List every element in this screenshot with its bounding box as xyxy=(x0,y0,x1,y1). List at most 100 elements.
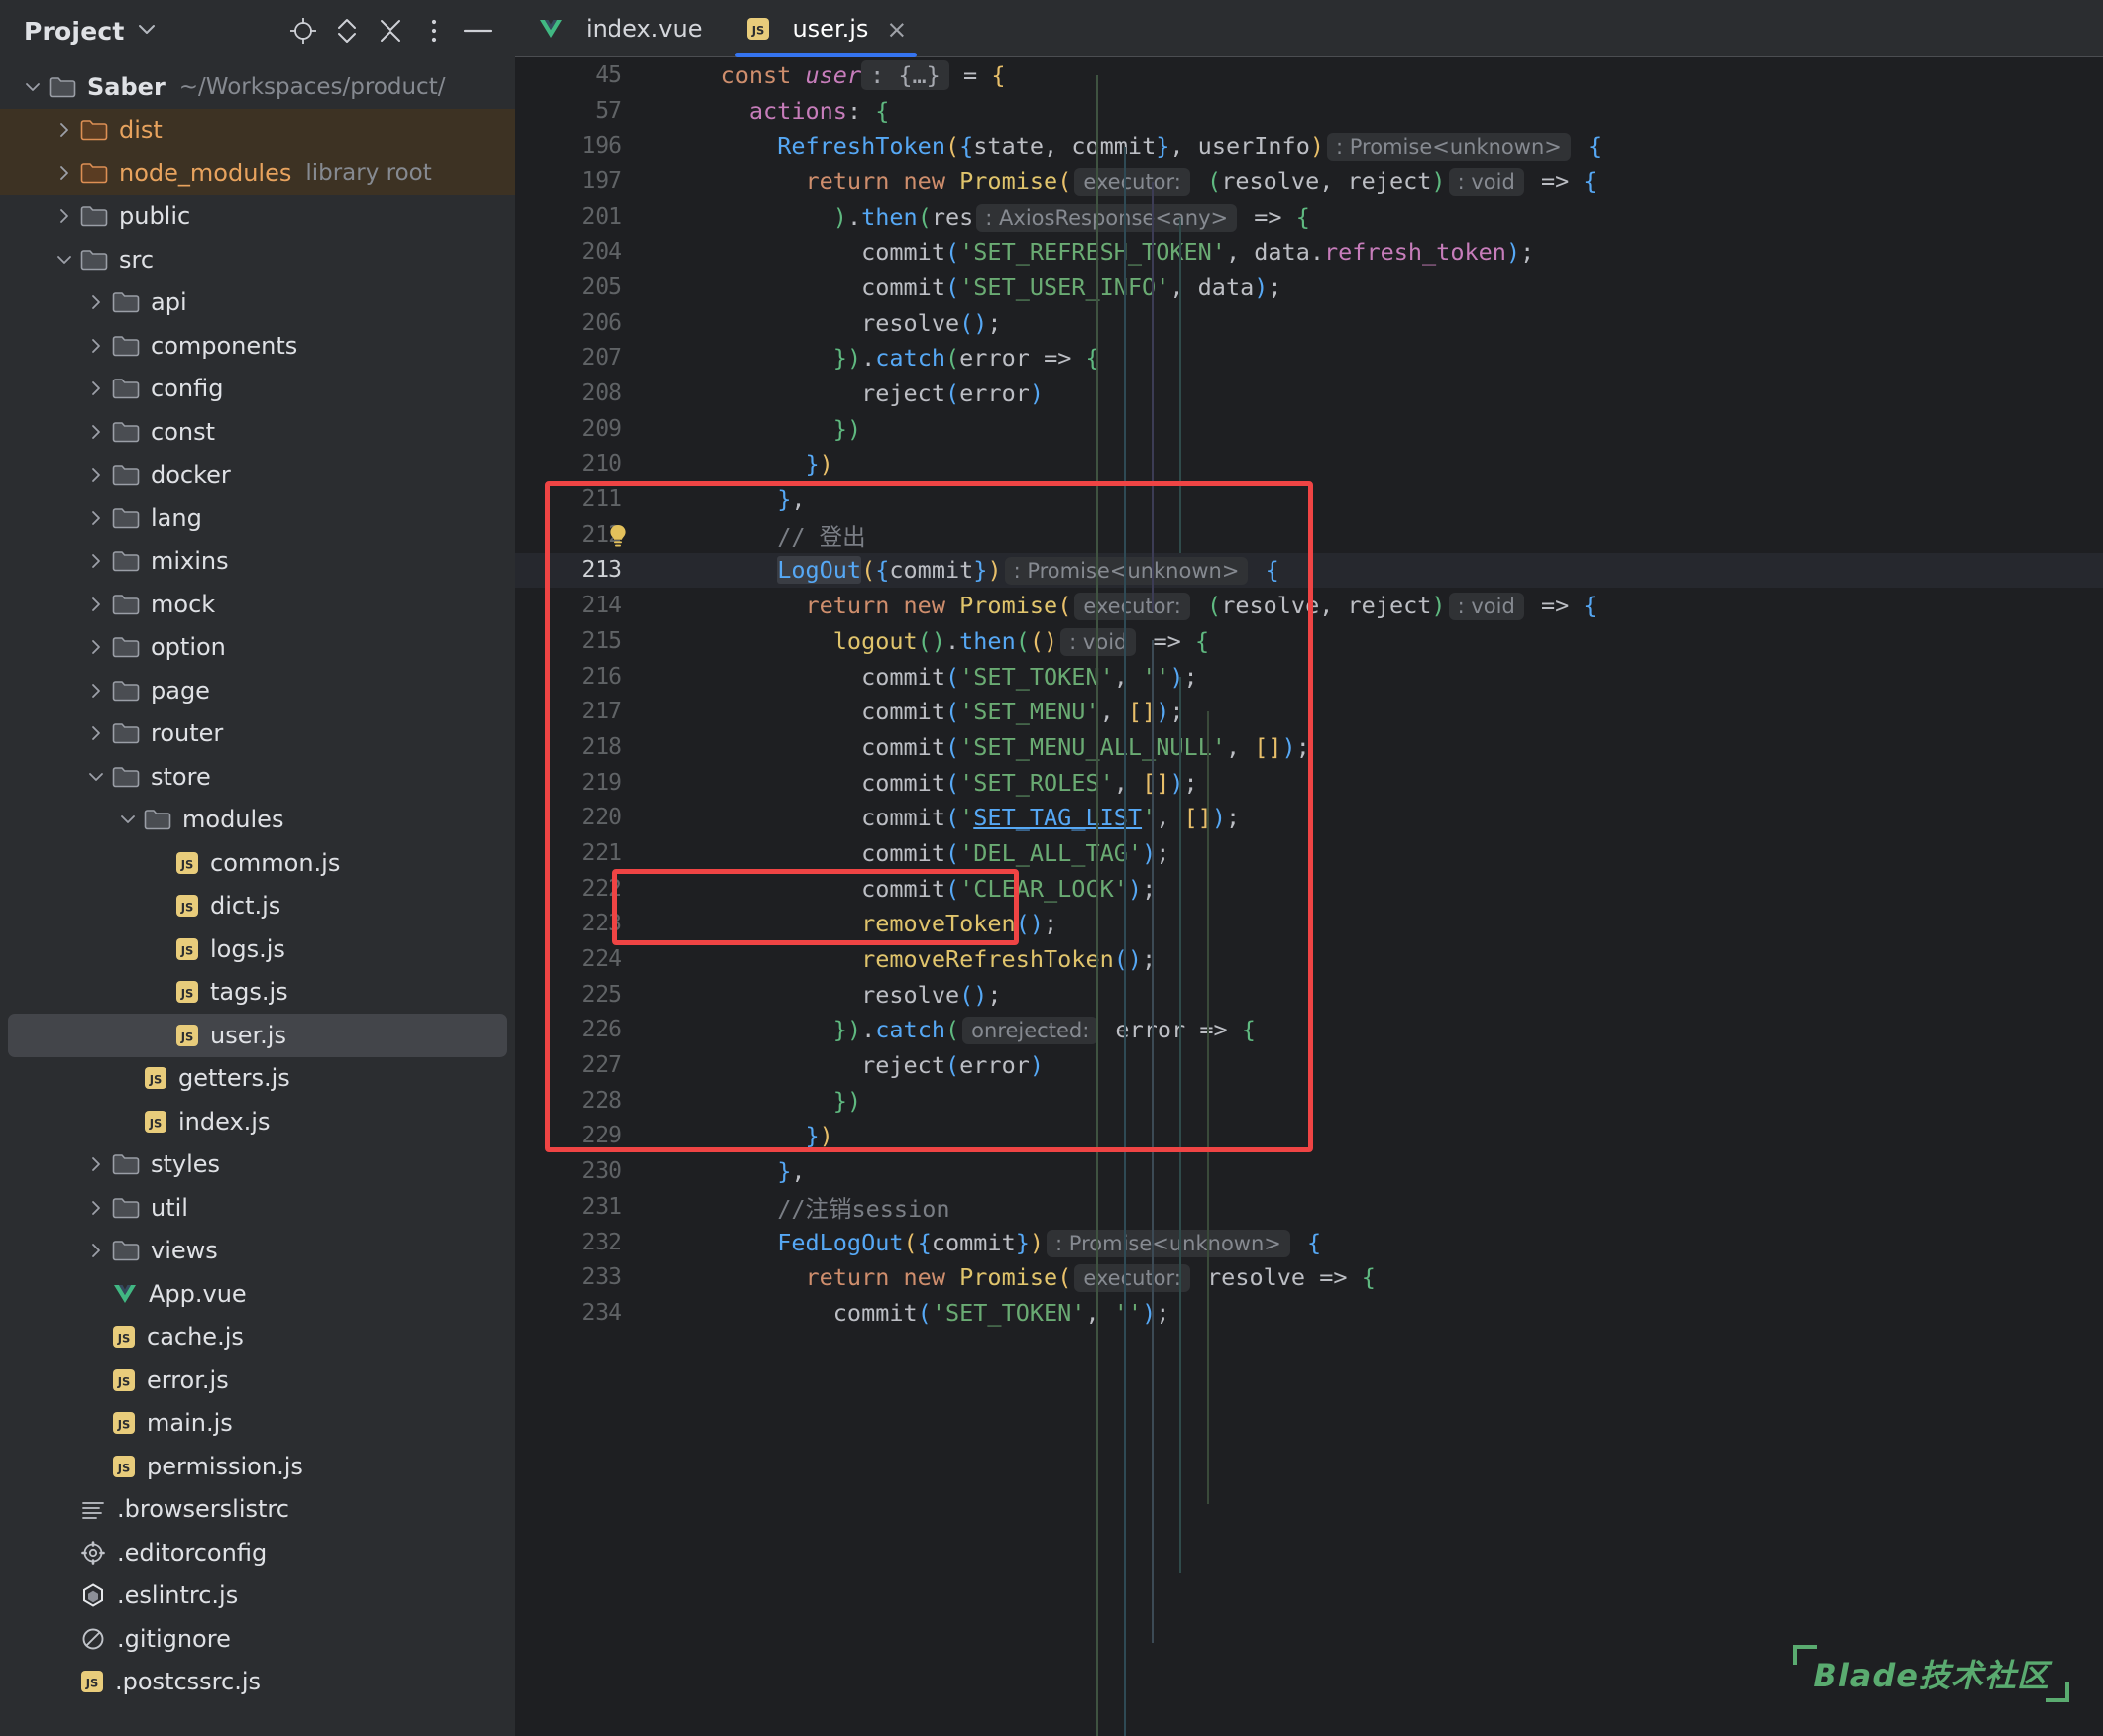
collapse-all-icon[interactable] xyxy=(369,9,412,53)
tree-item-gitignore[interactable]: .gitignore xyxy=(0,1617,515,1661)
tree-item-util[interactable]: util xyxy=(0,1186,515,1230)
chevron-right-icon[interactable] xyxy=(81,637,111,657)
chevron-right-icon[interactable] xyxy=(81,292,111,312)
code-line-211[interactable]: 211 }, xyxy=(515,482,2103,517)
chevron-right-icon[interactable] xyxy=(81,336,111,356)
chevron-right-icon[interactable] xyxy=(81,1241,111,1260)
code-line-233[interactable]: 233 return new Promise(executor: resolve… xyxy=(515,1259,2103,1295)
tree-item-node-modules[interactable]: node_modules library root xyxy=(0,152,515,195)
tree-item-error-js[interactable]: JS error.js xyxy=(0,1358,515,1402)
chevron-right-icon[interactable] xyxy=(81,422,111,442)
locate-icon[interactable] xyxy=(281,9,325,53)
tree-item-styles[interactable]: styles xyxy=(0,1143,515,1187)
code-line-220[interactable]: 220 commit('SET_TAG_LIST', []); xyxy=(515,800,2103,835)
code-line-215[interactable]: 215 logout().then((): void => { xyxy=(515,623,2103,659)
code-line-217[interactable]: 217 commit('SET_MENU', []); xyxy=(515,694,2103,729)
tree-item-store[interactable]: store xyxy=(0,755,515,799)
code-line-226[interactable]: 226 }).catch(onrejected: error => { xyxy=(515,1013,2103,1048)
code-line-234[interactable]: 234 commit('SET_TOKEN', ''); xyxy=(515,1295,2103,1331)
tree-item-docker[interactable]: docker xyxy=(0,454,515,497)
tree-item-public[interactable]: public xyxy=(0,195,515,239)
code-line-222[interactable]: 222 commit('CLEAR_LOCK'); xyxy=(515,871,2103,907)
code-line-223[interactable]: 223 removeToken(); xyxy=(515,907,2103,942)
code-line-207[interactable]: 207 }).catch(error => { xyxy=(515,341,2103,377)
more-options-icon[interactable] xyxy=(412,9,456,53)
tree-item-option[interactable]: option xyxy=(0,626,515,670)
tree-item-postcssrc-js[interactable]: JS .postcssrc.js xyxy=(0,1661,515,1704)
code-line-218[interactable]: 218 commit('SET_MENU_ALL_NULL', []); xyxy=(515,729,2103,765)
chevron-right-icon[interactable] xyxy=(50,206,79,226)
tree-item-dict-js[interactable]: JS dict.js xyxy=(0,885,515,928)
tree-item-const[interactable]: const xyxy=(0,410,515,454)
close-icon[interactable]: × xyxy=(886,17,907,42)
tree-item-api[interactable]: api xyxy=(0,281,515,325)
chevron-right-icon[interactable] xyxy=(81,723,111,743)
code-line-208[interactable]: 208 reject(error) xyxy=(515,376,2103,411)
code-line-228[interactable]: 228 }) xyxy=(515,1083,2103,1119)
code-line-232[interactable]: 232 FedLogOut({commit}): Promise<unknown… xyxy=(515,1225,2103,1260)
tree-item-dist[interactable]: dist xyxy=(0,108,515,152)
tree-item-modules[interactable]: modules xyxy=(0,799,515,842)
code-line-45[interactable]: 45 const user: {…} = { xyxy=(515,57,2103,93)
code-line-230[interactable]: 230 }, xyxy=(515,1153,2103,1189)
tree-item-eslintrc-js[interactable]: .eslintrc.js xyxy=(0,1574,515,1618)
tree-item-mixins[interactable]: mixins xyxy=(0,540,515,584)
chevron-right-icon[interactable] xyxy=(81,465,111,485)
code-line-201[interactable]: 201 ).then(res: AxiosResponse<any> => { xyxy=(515,199,2103,235)
code-line-205[interactable]: 205 commit('SET_USER_INFO', data); xyxy=(515,270,2103,305)
tree-item-lang[interactable]: lang xyxy=(0,496,515,540)
chevron-down-icon[interactable] xyxy=(18,79,48,95)
code-line-216[interactable]: 216 commit('SET_TOKEN', ''); xyxy=(515,659,2103,695)
code-line-219[interactable]: 219 commit('SET_ROLES', []); xyxy=(515,765,2103,801)
tree-item-config[interactable]: config xyxy=(0,368,515,411)
tree-item-permission-js[interactable]: JS permission.js xyxy=(0,1445,515,1488)
code-line-227[interactable]: 227 reject(error) xyxy=(515,1047,2103,1083)
tree-item-app-vue[interactable]: App.vue xyxy=(0,1272,515,1316)
code-line-209[interactable]: 209 }) xyxy=(515,411,2103,447)
code-line-224[interactable]: 224 removeRefreshToken(); xyxy=(515,941,2103,977)
code-line-213[interactable]: 213 LogOut({commit}): Promise<unknown> { xyxy=(515,552,2103,589)
intention-bulb-icon[interactable] xyxy=(607,523,630,547)
tree-item-index-js[interactable]: JS index.js xyxy=(0,1100,515,1143)
code-lines[interactable]: 45 const user: {…} = {57 actions: {196 R… xyxy=(515,57,2103,1331)
editor-tab-user-js[interactable]: JS user.js × xyxy=(723,0,929,57)
code-line-57[interactable]: 57 actions: { xyxy=(515,93,2103,129)
code-line-225[interactable]: 225 resolve(); xyxy=(515,977,2103,1013)
chevron-right-icon[interactable] xyxy=(50,163,79,183)
chevron-right-icon[interactable] xyxy=(81,595,111,614)
tree-item-logs-js[interactable]: JS logs.js xyxy=(0,927,515,971)
tree-item-router[interactable]: router xyxy=(0,712,515,756)
tree-item-browserslistrc[interactable]: .browserslistrc xyxy=(0,1488,515,1532)
code-line-197[interactable]: 197 return new Promise(executor: (resolv… xyxy=(515,163,2103,199)
tree-item-components[interactable]: components xyxy=(0,324,515,368)
tree-item-cache-js[interactable]: JS cache.js xyxy=(0,1316,515,1359)
code-line-212[interactable]: 212 // 登出 xyxy=(515,517,2103,553)
chevron-right-icon[interactable] xyxy=(81,1198,111,1218)
code-line-206[interactable]: 206 resolve(); xyxy=(515,305,2103,341)
code-line-210[interactable]: 210 }) xyxy=(515,447,2103,483)
chevron-right-icon[interactable] xyxy=(81,551,111,571)
editor-tab-index-vue[interactable]: index.vue xyxy=(515,0,723,57)
chevron-right-icon[interactable] xyxy=(81,508,111,528)
code-line-221[interactable]: 221 commit('DEL_ALL_TAG'); xyxy=(515,835,2103,871)
chevron-down-icon[interactable] xyxy=(137,22,157,40)
code-line-229[interactable]: 229 }) xyxy=(515,1119,2103,1154)
code-line-231[interactable]: 231 //注销session xyxy=(515,1189,2103,1225)
project-file-tree[interactable]: Saber ~/Workspaces/product/ dist node_mod… xyxy=(0,61,515,1736)
expand-collapse-icon[interactable] xyxy=(325,9,369,53)
chevron-down-icon[interactable] xyxy=(81,769,111,785)
chevron-right-icon[interactable] xyxy=(81,379,111,398)
chevron-right-icon[interactable] xyxy=(81,681,111,701)
code-editor[interactable]: 45 const user: {…} = {57 actions: {196 R… xyxy=(515,57,2103,1736)
chevron-down-icon[interactable] xyxy=(113,812,143,827)
tree-item-saber[interactable]: Saber ~/Workspaces/product/ xyxy=(0,65,515,109)
chevron-down-icon[interactable] xyxy=(50,252,79,268)
tree-item-getters-js[interactable]: JS getters.js xyxy=(0,1057,515,1101)
code-line-204[interactable]: 204 commit('SET_REFRESH_TOKEN', data.ref… xyxy=(515,234,2103,270)
chevron-right-icon[interactable] xyxy=(81,1154,111,1174)
tree-item-views[interactable]: views xyxy=(0,1230,515,1273)
tree-item-mock[interactable]: mock xyxy=(0,583,515,626)
code-line-196[interactable]: 196 RefreshToken({state, commit}, userIn… xyxy=(515,128,2103,163)
hide-panel-icon[interactable] xyxy=(456,9,499,53)
tree-item-tags-js[interactable]: JS tags.js xyxy=(0,971,515,1015)
